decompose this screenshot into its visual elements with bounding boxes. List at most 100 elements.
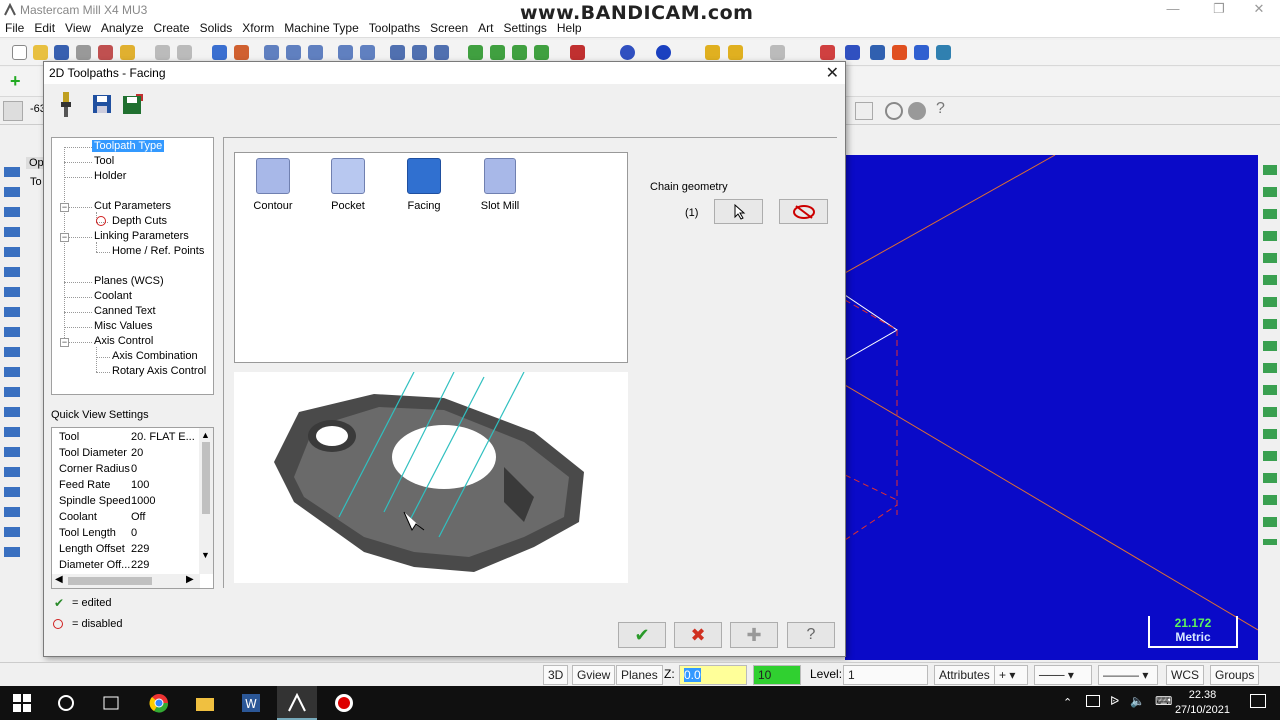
- window-tool-icon[interactable]: [434, 45, 449, 60]
- attributes-button[interactable]: Attributes: [934, 665, 995, 685]
- side-view-icon[interactable]: [534, 45, 549, 60]
- close-window-button[interactable]: ✕: [1236, 0, 1280, 20]
- autocursor-icon[interactable]: [3, 101, 23, 121]
- point-style-select[interactable]: + ▾: [994, 665, 1028, 685]
- type-contour[interactable]: Contour: [243, 158, 303, 212]
- notifications-icon[interactable]: [1250, 694, 1266, 708]
- type-facing[interactable]: Facing: [394, 158, 454, 212]
- task-view-icon[interactable]: [101, 693, 121, 713]
- system-clock[interactable]: 22.38 27/10/2021: [1175, 688, 1230, 718]
- linking-params-expander[interactable]: −: [60, 233, 69, 242]
- add-icon[interactable]: +: [10, 71, 21, 92]
- measure-icon[interactable]: [770, 45, 785, 60]
- menu-analyze[interactable]: Analyze: [96, 20, 149, 37]
- print-icon[interactable]: [76, 45, 91, 60]
- menu-xform[interactable]: Xform: [237, 20, 279, 37]
- show-hidden-icons[interactable]: ⌃: [1063, 696, 1072, 709]
- left-tool-icons[interactable]: [4, 167, 20, 557]
- tree-item-planes[interactable]: Planes (WCS): [94, 275, 164, 287]
- mastercam-task-icon[interactable]: [287, 693, 307, 713]
- open-folder-icon[interactable]: [33, 45, 48, 60]
- graphics-viewport[interactable]: 21.172 Metric: [845, 155, 1258, 660]
- groups-button[interactable]: Groups: [1210, 665, 1260, 685]
- globe-icon[interactable]: [620, 45, 635, 60]
- new-file-icon[interactable]: [12, 45, 27, 60]
- line-width-select[interactable]: ――― ▾: [1098, 665, 1158, 685]
- front-view-icon[interactable]: [512, 45, 527, 60]
- backplot-icon[interactable]: [870, 45, 885, 60]
- menu-solids[interactable]: Solids: [195, 20, 238, 37]
- wand-icon[interactable]: [728, 45, 743, 60]
- network-icon[interactable]: [1086, 695, 1100, 707]
- type-pocket[interactable]: Pocket: [318, 158, 378, 212]
- menu-settings[interactable]: Settings: [499, 20, 552, 37]
- word-icon[interactable]: W: [241, 693, 261, 713]
- ok-button[interactable]: ✔: [618, 622, 666, 648]
- tree-item-misc-values[interactable]: Misc Values: [94, 320, 152, 332]
- menu-edit[interactable]: Edit: [29, 20, 60, 37]
- iso-view-icon[interactable]: [468, 45, 483, 60]
- bluetooth-icon[interactable]: ᐉ: [1110, 694, 1119, 708]
- cut-icon[interactable]: [98, 45, 113, 60]
- bandicam-record-icon[interactable]: [334, 693, 354, 713]
- right-tool-icons[interactable]: [1263, 165, 1277, 545]
- sigma-icon[interactable]: [914, 45, 929, 60]
- tree-item-linking-parameters[interactable]: Linking Parameters: [94, 230, 189, 242]
- scroll-down-icon[interactable]: ▼: [201, 550, 210, 560]
- apply-button[interactable]: ✚: [730, 622, 778, 648]
- ribbon-check-icon[interactable]: [855, 102, 873, 120]
- menu-machine-type[interactable]: Machine Type: [279, 20, 364, 37]
- tree-item-rotary-axis-control[interactable]: Rotary Axis Control: [112, 365, 206, 377]
- shading-icon[interactable]: [570, 45, 585, 60]
- pan-icon[interactable]: [212, 45, 227, 60]
- cancel-button[interactable]: ✖: [674, 622, 722, 648]
- copy-icon[interactable]: [120, 45, 135, 60]
- undo-icon[interactable]: [155, 45, 170, 60]
- dialog-close-icon[interactable]: ✕: [826, 63, 839, 83]
- file-explorer-icon[interactable]: [195, 693, 215, 713]
- gview-button[interactable]: Gview: [572, 665, 616, 685]
- save-icon[interactable]: [54, 45, 69, 60]
- help-button[interactable]: ?: [787, 622, 835, 648]
- post-icon[interactable]: [936, 45, 951, 60]
- scroll-left-icon[interactable]: ◀: [55, 574, 63, 585]
- windows-start-icon[interactable]: [12, 693, 32, 713]
- chain-tool-icon[interactable]: [412, 45, 427, 60]
- help-pointer-icon[interactable]: [820, 45, 835, 60]
- qv-vertical-scrollbar[interactable]: ▲ ▼: [199, 428, 213, 574]
- type-slot-mill[interactable]: Slot Mill: [470, 158, 530, 212]
- tree-item-coolant[interactable]: Coolant: [94, 290, 132, 302]
- z-depth-field[interactable]: 0.0: [679, 665, 747, 685]
- save-params-icon[interactable]: [92, 94, 112, 114]
- pencil-icon[interactable]: [705, 45, 720, 60]
- ribbon-cancel-icon[interactable]: [885, 102, 903, 120]
- remove-chain-button[interactable]: [779, 199, 828, 224]
- ribbon-help-icon[interactable]: ?: [936, 100, 945, 118]
- select-tool-icon[interactable]: [390, 45, 405, 60]
- menu-view[interactable]: View: [60, 20, 96, 37]
- wcs-button[interactable]: WCS: [1166, 665, 1204, 685]
- tree-item-cut-parameters[interactable]: Cut Parameters: [94, 200, 171, 212]
- menu-toolpaths[interactable]: Toolpaths: [364, 20, 425, 37]
- sphere-icon[interactable]: [656, 45, 671, 60]
- zoom-prev-icon[interactable]: [338, 45, 353, 60]
- tree-item-axis-combination[interactable]: Axis Combination: [112, 350, 198, 362]
- menu-art[interactable]: Art: [473, 20, 498, 37]
- zoom-in-icon[interactable]: [286, 45, 301, 60]
- planes-button[interactable]: Planes: [616, 665, 663, 685]
- tree-item-depth-cuts[interactable]: Depth Cuts: [112, 215, 167, 227]
- color-field[interactable]: 10: [753, 665, 801, 685]
- qv-horizontal-scrollbar[interactable]: ◀ ▶: [52, 574, 200, 588]
- line-style-select[interactable]: ─── ▾: [1034, 665, 1092, 685]
- volume-icon[interactable]: 🔈: [1130, 694, 1145, 708]
- menu-file[interactable]: File: [0, 20, 29, 37]
- ime-icon[interactable]: ⌨: [1155, 694, 1172, 708]
- tree-item-tool[interactable]: Tool: [94, 155, 114, 167]
- hscroll-thumb[interactable]: [68, 577, 152, 585]
- scroll-up-icon[interactable]: ▲: [201, 430, 210, 440]
- save-to-library-icon[interactable]: [122, 93, 144, 115]
- tree-item-home-ref-points[interactable]: Home / Ref. Points: [112, 245, 204, 257]
- scroll-thumb[interactable]: [202, 442, 210, 514]
- tree-item-canned-text[interactable]: Canned Text: [94, 305, 156, 317]
- ribbon-stop-icon[interactable]: [908, 102, 926, 120]
